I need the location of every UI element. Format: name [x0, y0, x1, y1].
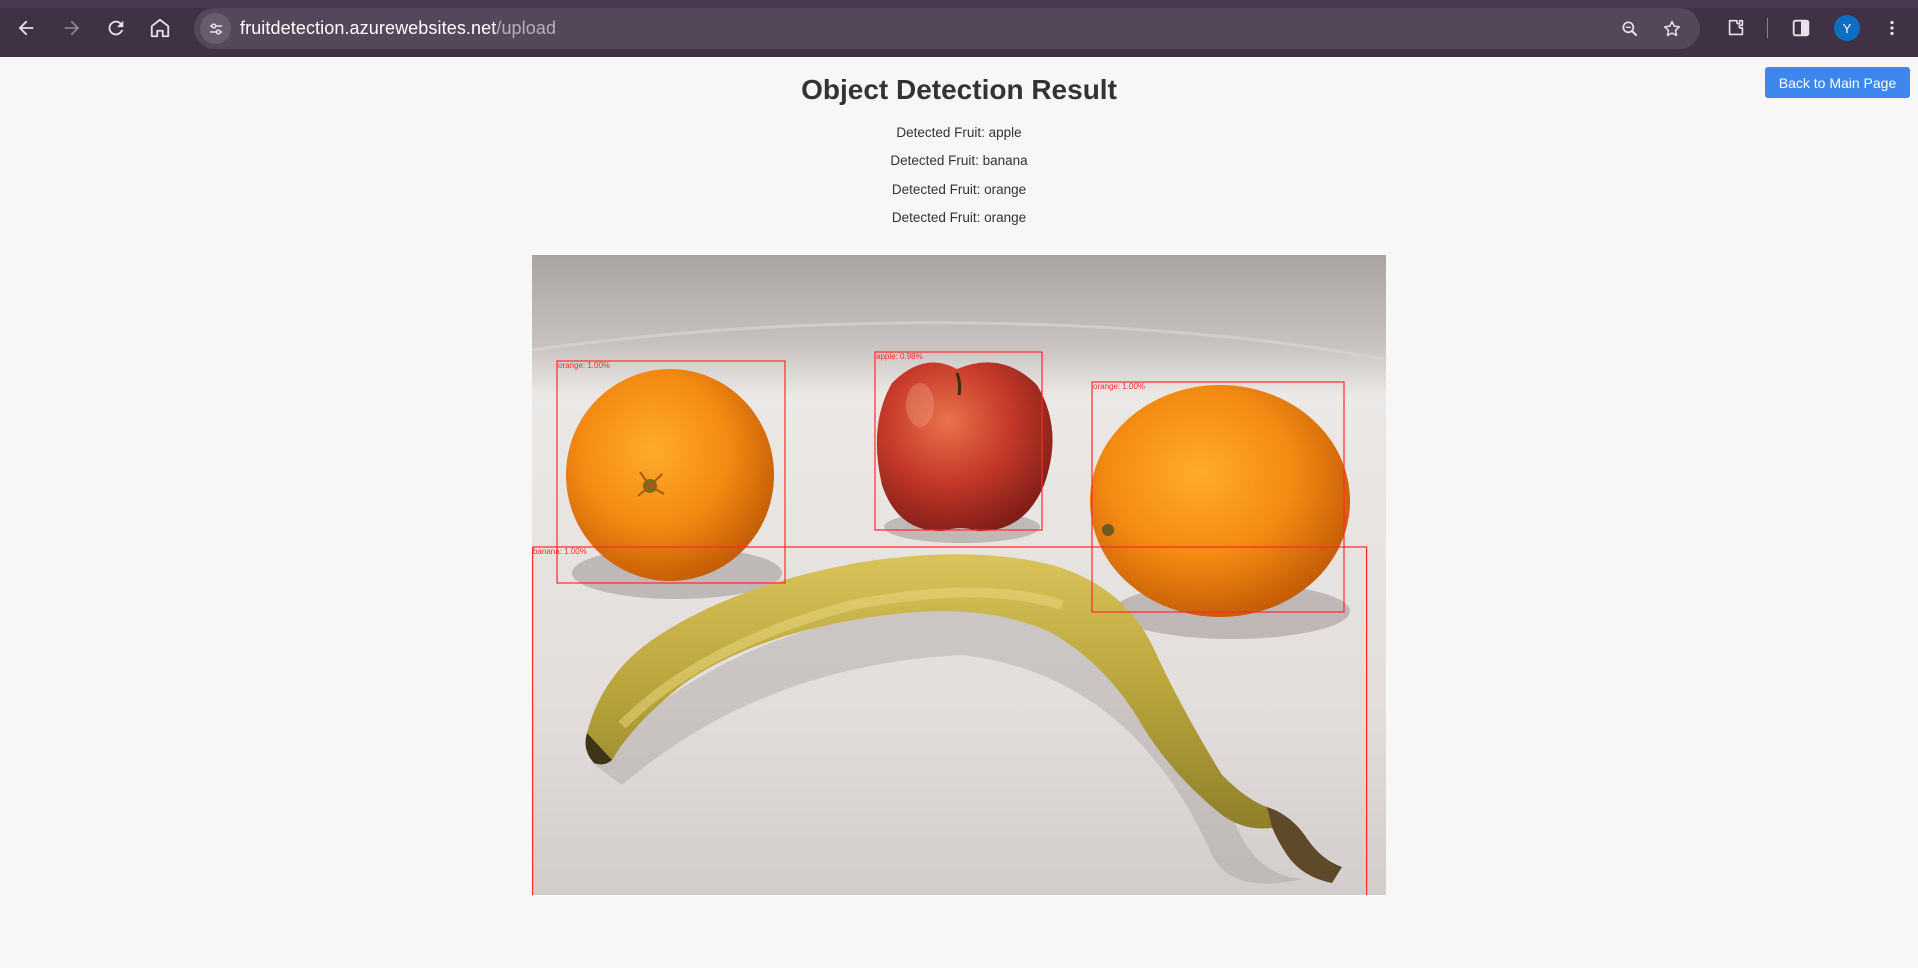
- toolbar-separator: [1767, 18, 1768, 38]
- reload-icon[interactable]: [100, 12, 132, 44]
- fruit-photo: orange: 1.00% apple: 0.98% orange: 1.00%…: [532, 255, 1386, 895]
- page-title: Object Detection Result: [801, 74, 1117, 105]
- home-icon[interactable]: [144, 12, 176, 44]
- detection-item-orange: Detected Fruit: orange: [891, 209, 1027, 225]
- menu-kebab-icon[interactable]: [1877, 13, 1907, 43]
- site-info-icon[interactable]: [200, 13, 231, 44]
- extensions-icon[interactable]: [1721, 13, 1751, 43]
- profile-avatar[interactable]: Y: [1834, 15, 1860, 41]
- detection-item-orange: Detected Fruit: orange: [891, 181, 1027, 197]
- bbox-label-orange-right: orange: 1.00%: [1093, 382, 1145, 391]
- bbox-label-banana: banana: 1.00%: [533, 547, 587, 556]
- address-bar[interactable]: fruitdetection.azurewebsites.net/upload: [194, 8, 1700, 49]
- window-top-strip: [0, 0, 1918, 8]
- url-host: fruitdetection.azurewebsites.net: [240, 18, 497, 38]
- browser-toolbar: fruitdetection.azurewebsites.net/upload …: [0, 0, 1918, 57]
- url-path: /upload: [496, 18, 557, 38]
- forward-arrow-icon[interactable]: [56, 12, 88, 44]
- url-text[interactable]: fruitdetection.azurewebsites.net/upload: [240, 18, 556, 39]
- bookmark-star-icon[interactable]: [1659, 16, 1685, 42]
- back-arrow-icon[interactable]: [10, 12, 42, 44]
- apple: [876, 362, 1053, 532]
- zoom-icon[interactable]: [1617, 16, 1643, 42]
- bbox-label-apple: apple: 0.98%: [876, 352, 923, 361]
- orange-right: [1090, 385, 1350, 617]
- detection-item-apple: Detected Fruit: apple: [896, 125, 1022, 140]
- bbox-label-orange-left: orange: 1.00%: [558, 361, 610, 370]
- orange-left: [566, 369, 774, 581]
- detection-list: Detected Fruit: apple Detected Fruit: ba…: [0, 124, 1918, 237]
- side-panel-icon[interactable]: [1786, 13, 1816, 43]
- detection-result-image: orange: 1.00% apple: 0.98% orange: 1.00%…: [532, 255, 1386, 895]
- detection-item-banana: Detected Fruit: banana: [890, 153, 1028, 169]
